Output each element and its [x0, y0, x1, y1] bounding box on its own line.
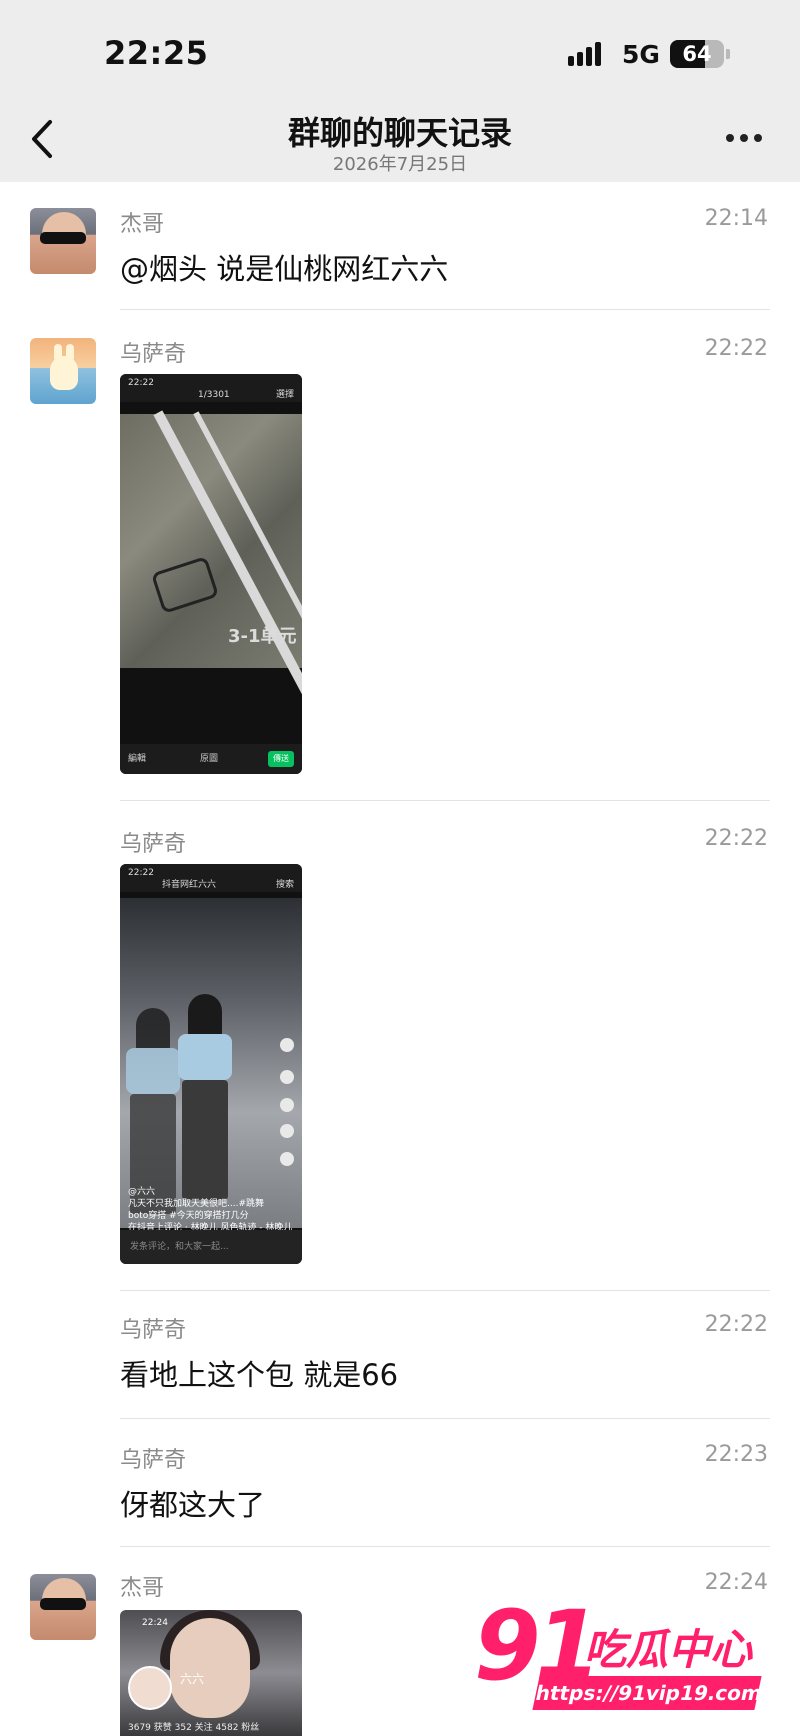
page-subtitle: 2026年7月25日 — [332, 154, 468, 175]
profile-stats: 3679 获赞 352 关注 4582 粉丝 — [128, 1723, 260, 1733]
avatar[interactable] — [30, 338, 96, 404]
more-dots-icon[interactable] — [724, 128, 764, 144]
message-time: 22:23 — [704, 1442, 768, 1467]
message-time: 22:22 — [704, 826, 768, 851]
message-text: 伢都这大了 — [120, 1488, 266, 1522]
sender-name: 杰哥 — [120, 1576, 165, 1601]
sender-name: 杰哥 — [120, 212, 165, 237]
divider — [120, 800, 770, 801]
top-bar: 22:25 5G 64 群聊的聊天记录 2026年7月25日 — [0, 0, 800, 182]
ground-label: 3-1单元 — [228, 626, 297, 647]
image-message[interactable]: 22:22 1/3301 選擇 3-1单元 編輯 原圖 傳送 — [120, 374, 302, 774]
message-time: 22:24 — [704, 1570, 768, 1595]
network-label: 5G — [622, 40, 660, 69]
image-message[interactable]: 22:22 抖音网红六六 搜索 @六六 凡天不只我加取天美很吧....#跳舞 b… — [120, 864, 302, 1264]
sender-name: 乌萨奇 — [120, 342, 187, 367]
image-message[interactable]: 22:24 六六 3679 获赞 352 关注 4582 粉丝 — [120, 1610, 302, 1736]
avatar[interactable] — [30, 1574, 96, 1640]
watermark-brand-cn: 吃瓜中心 — [584, 1625, 753, 1674]
bag-shape — [150, 556, 220, 614]
sender-name: 乌萨奇 — [120, 1448, 187, 1473]
avatar[interactable] — [30, 208, 96, 274]
message-5: 乌萨奇 22:23 伢都这大了 — [0, 1420, 800, 1548]
message-1: 杰哥 22:14 @烟头 说是仙桃网红六六 — [0, 182, 800, 312]
divider — [120, 1290, 770, 1291]
message-text: @烟头 说是仙桃网红六六 — [120, 252, 449, 286]
image-status-time: 22:24 — [142, 1618, 168, 1628]
divider — [120, 1418, 770, 1419]
message-4: 乌萨奇 22:22 看地上这个包 就是66 — [0, 1292, 800, 1420]
divider — [120, 309, 770, 310]
sender-name: 乌萨奇 — [120, 1318, 187, 1343]
profile-avatar — [128, 1666, 172, 1710]
message-text: 看地上这个包 就是66 — [120, 1358, 399, 1392]
message-time: 22:22 — [704, 336, 768, 361]
battery-icon: 64 — [670, 40, 724, 68]
page-title: 群聊的聊天记录 — [287, 114, 512, 152]
comment-bar: 发条评论，和大家一起... — [120, 1230, 302, 1264]
sender-name: 乌萨奇 — [120, 832, 187, 857]
signal-icon — [568, 40, 610, 66]
divider — [120, 1546, 770, 1547]
message-3: 乌萨奇 22:22 22:22 抖音网红六六 搜索 @六六 凡天不只我加取天美很… — [0, 802, 800, 1292]
status-time: 22:25 — [104, 34, 209, 72]
video-caption: @六六 凡天不只我加取天美很吧....#跳舞 boto穿搭 #今天的穿搭打几分 … — [128, 1187, 293, 1233]
profile-name: 六六 — [180, 1672, 205, 1686]
image-status-bar: 22:22 1/3301 選擇 — [120, 374, 302, 402]
message-time: 22:14 — [704, 206, 768, 231]
watermark-logo: 91 吃瓜中心 https://91vip19.com — [474, 1590, 770, 1716]
battery-level: 64 — [682, 42, 712, 66]
image-status-bar: 22:22 抖音网红六六 搜索 — [120, 864, 302, 892]
watermark-url: https://91vip19.com — [532, 1676, 765, 1710]
video-frame: @六六 凡天不只我加取天美很吧....#跳舞 boto穿搭 #今天的穿搭打几分 … — [120, 898, 302, 1233]
message-2: 乌萨奇 22:22 22:22 1/3301 選擇 3-1单元 編輯 原圖 傳送 — [0, 312, 800, 802]
ground-photo: 3-1单元 — [120, 410, 302, 698]
image-toolbar: 編輯 原圖 傳送 — [120, 744, 302, 774]
battery-tip — [726, 49, 730, 59]
message-time: 22:22 — [704, 1312, 768, 1337]
